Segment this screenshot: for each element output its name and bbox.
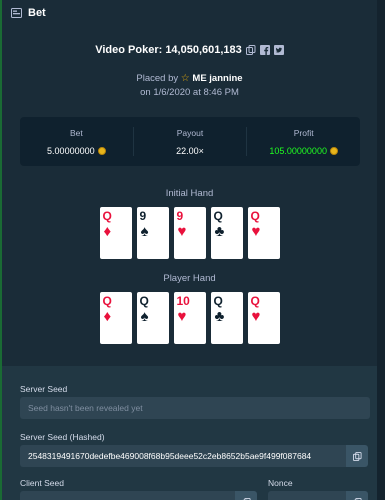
game-title-row: Video Poker: 14,050,601,183 (2, 44, 377, 56)
card-suit-icon: ♥ (251, 223, 261, 240)
stat-profit-value-row: 105.00000000 (269, 146, 338, 156)
card-rank: Q (213, 294, 223, 308)
game-title: Video Poker: 14,050,601,183 (95, 44, 242, 56)
stat-profit: Profit 105.00000000 (247, 117, 360, 166)
playing-card: 10 ♥ (173, 292, 206, 344)
player-hand: Q ♦ Q ♠ 10 ♥ Q ♣ Q ♥ (2, 292, 377, 344)
server-seed-field[interactable]: Seed hasn't been revealed yet (20, 397, 370, 419)
nonce-field[interactable] (268, 491, 348, 500)
twitter-icon[interactable] (273, 45, 284, 55)
stat-bet: Bet 5.00000000 (20, 117, 133, 166)
stat-payout-label: Payout (176, 127, 204, 138)
bet-date: on 1/6/2020 at 8:46 PM (140, 87, 239, 98)
stat-bet-label: Bet (69, 127, 83, 138)
stat-payout: Payout 22.00× (134, 117, 247, 166)
player-hand-label: Player Hand (163, 273, 216, 284)
card-rank: Q (102, 209, 112, 223)
card-suit-icon: ♣ (214, 308, 225, 325)
stat-bet-value: 5.00000000 (47, 145, 95, 156)
playing-card: Q ♠ (136, 292, 169, 344)
server-seed-hashed-label: Server Seed (Hashed) (20, 432, 105, 442)
card-rank: Q (102, 294, 112, 308)
card-suit-icon: ♥ (177, 308, 187, 325)
card-rank: Q (213, 209, 223, 223)
copy-icon[interactable] (245, 45, 256, 55)
server-seed-hashed-field[interactable]: 2548319491670dedefbe469008f68b95deee52c2… (20, 445, 346, 467)
stat-bet-value-row: 5.00000000 (47, 146, 106, 156)
card-suit-icon: ♦ (103, 223, 112, 240)
facebook-icon[interactable] (259, 45, 270, 55)
playing-card: Q ♦ (99, 292, 132, 344)
card-suit-icon: ♥ (251, 308, 261, 325)
card-rank: Q (139, 294, 149, 308)
playing-card: Q ♣ (210, 207, 243, 259)
card-rank: Q (250, 294, 260, 308)
copy-nonce-button[interactable] (346, 491, 368, 500)
star-icon: ☆ (180, 73, 190, 84)
client-seed-label: Client Seed (20, 478, 64, 488)
card-suit-icon: ♠ (140, 223, 149, 240)
playing-card: Q ♥ (247, 292, 280, 344)
stat-profit-label: Profit (293, 127, 314, 138)
server-seed-label: Server Seed (20, 384, 68, 394)
bet-icon (11, 8, 22, 18)
playing-card: 9 ♥ (173, 207, 206, 259)
playing-card: 9 ♠ (136, 207, 169, 259)
playing-card: Q ♣ (210, 292, 243, 344)
card-rank: 10 (176, 294, 190, 308)
initial-hand: Q ♦ 9 ♠ 9 ♥ Q ♣ Q ♥ (2, 207, 377, 259)
placed-by: Placed by ☆ ME jannine (2, 73, 377, 84)
playing-card: Q ♥ (247, 207, 280, 259)
client-seed-field[interactable] (20, 491, 235, 500)
playing-card: Q ♦ (99, 207, 132, 259)
card-rank: Q (250, 209, 260, 223)
initial-hand-label: Initial Hand (165, 188, 214, 199)
card-rank: 9 (176, 209, 184, 223)
bet-stats: Bet 5.00000000 Payout 22.00× Profit 105.… (20, 117, 360, 166)
fairness-section: Server Seed Seed hasn't been revealed ye… (2, 366, 377, 500)
copy-icon (352, 451, 362, 461)
modal-scrollbar[interactable] (377, 0, 385, 500)
modal-header: Bet (2, 0, 377, 26)
card-suit-icon: ♦ (103, 308, 112, 325)
stat-payout-value: 22.00× (176, 145, 204, 156)
placed-by-user[interactable]: ME jannine (192, 73, 242, 84)
coin-icon (329, 146, 338, 155)
coin-icon (97, 146, 106, 155)
copy-client-seed-button[interactable] (235, 491, 257, 500)
placed-by-prefix: Placed by (136, 73, 179, 84)
modal-title: Bet (28, 7, 46, 19)
stat-profit-value: 105.00000000 (269, 145, 327, 156)
card-suit-icon: ♠ (140, 308, 149, 325)
bet-modal: Bet Video Poker: 14,050,601,183 Placed b… (2, 0, 377, 500)
card-rank: 9 (139, 209, 147, 223)
card-suit-icon: ♣ (214, 223, 225, 240)
nonce-label: Nonce (268, 478, 293, 488)
card-suit-icon: ♥ (177, 223, 187, 240)
copy-hashed-seed-button[interactable] (346, 445, 368, 467)
